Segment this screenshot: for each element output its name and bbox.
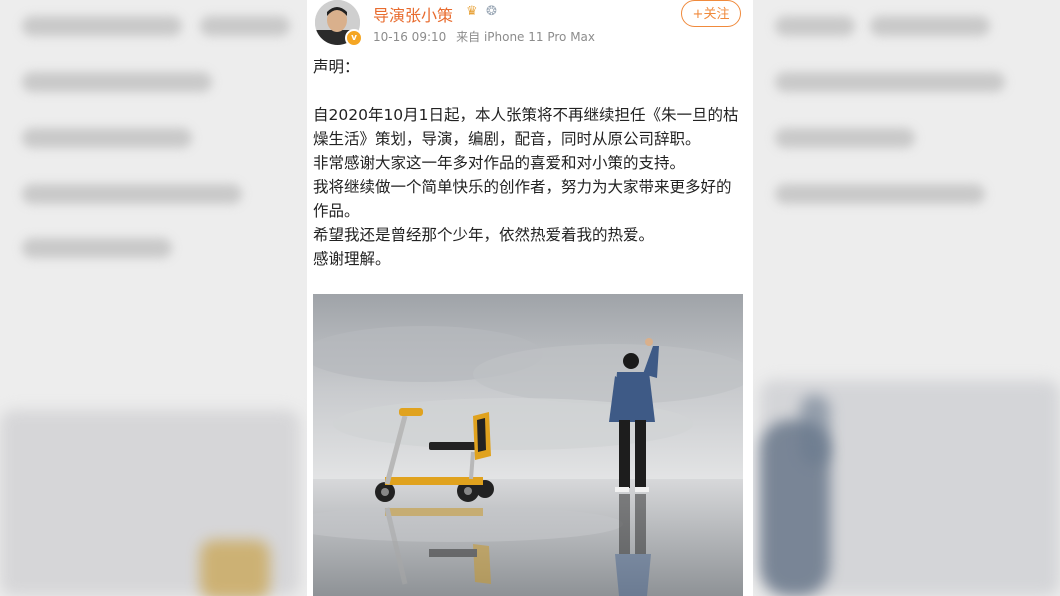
blurred-text [775, 128, 915, 148]
source-prefix: 来自 [456, 30, 481, 44]
blurred-text [200, 16, 290, 36]
post-body: 声明： 自2020年10月1日起，本人张策将不再继续担任《朱一旦的枯燥生活》策划… [313, 55, 743, 271]
blurred-text [870, 16, 990, 36]
username[interactable]: 导演张小策 [373, 2, 453, 26]
post-line: 非常感谢大家这一年多对作品的喜爱和对小策的支持。 [313, 154, 686, 172]
blurred-arm [800, 395, 830, 465]
source-device[interactable]: iPhone 11 Pro Max [484, 30, 595, 44]
post-timestamp: 10-16 09:10 [373, 30, 447, 44]
blurred-text [775, 16, 855, 36]
blurred-text [775, 72, 1005, 92]
blurred-scooter [200, 540, 270, 596]
blurred-text [22, 238, 172, 258]
post-line: 自2020年10月1日起，本人张策将不再继续担任《朱一旦的枯燥生活》策划，导演，… [313, 106, 739, 148]
post-heading: 声明： [313, 58, 360, 76]
medal-icon: ❂ [486, 4, 497, 19]
post-line: 感谢理解。 [313, 250, 391, 268]
post-line: 我将继续做一个简单快乐的创作者，努力为大家带来更多好的作品。 [313, 178, 732, 220]
blurred-text [22, 72, 212, 92]
blurred-text [22, 16, 182, 36]
follow-button[interactable]: +关注 [681, 0, 741, 27]
post-line: 希望我还是曾经那个少年，依然热爱着我的热爱。 [313, 226, 655, 244]
post-meta: 10-16 09:10 来自 iPhone 11 Pro Max [373, 28, 595, 45]
blurred-text [22, 128, 192, 148]
blurred-text [775, 184, 985, 204]
vip-crown-icon: ♛ [466, 4, 478, 19]
post-photo[interactable] [313, 294, 743, 596]
blurred-text [22, 184, 242, 204]
verified-badge-icon: v [345, 29, 363, 47]
